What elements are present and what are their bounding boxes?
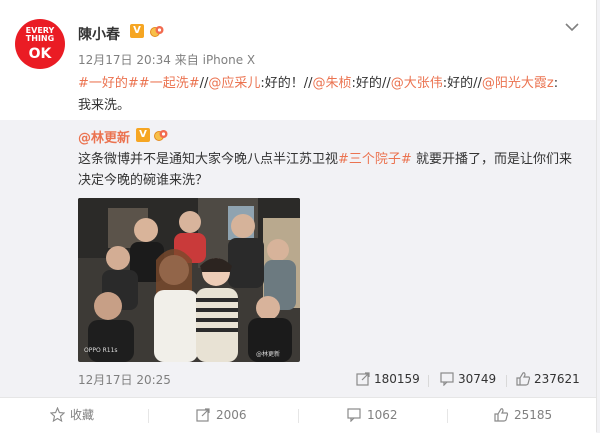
repost-button[interactable]: 2006: [196, 398, 247, 433]
medal-icon: [154, 130, 168, 141]
like-count: 237621: [534, 372, 580, 386]
weibo-card: EVERY THING OK 陳小春 V 12月17日 20:34 来自 iPh…: [0, 0, 597, 433]
repost-label: 2006: [216, 408, 247, 422]
repost-time[interactable]: 12月17日 20:25: [78, 371, 171, 388]
reply-text: :好的！: [260, 76, 304, 91]
favorite-button[interactable]: 收藏: [49, 398, 95, 433]
separator: //: [473, 76, 482, 91]
post-meta: 12月17日 20:34 来自 iPhone X: [78, 51, 255, 68]
avatar[interactable]: EVERY THING OK: [15, 19, 65, 69]
reply-text: :好的: [351, 76, 382, 91]
divider: [506, 375, 507, 387]
post-time[interactable]: 12月17日 20:34: [78, 53, 171, 67]
comment-label: 1062: [367, 408, 398, 422]
chevron-down-icon[interactable]: [563, 18, 581, 36]
mention-link[interactable]: @阳光大霞z: [482, 76, 554, 91]
hashtag-link[interactable]: #一起洗#: [139, 76, 200, 91]
share-icon: [356, 372, 370, 386]
repost-text: 这条微博并不是通知大家今晚八点半江苏卫视#三个院子# 就要开播了，而是让你们来决…: [78, 149, 578, 191]
share-icon: [196, 408, 210, 422]
repost-text-before: 这条微博并不是通知大家今晚八点半江苏卫视: [78, 152, 339, 167]
repost-count-button[interactable]: 180159: [356, 371, 420, 386]
action-bar: 收藏 2006 1062 25185: [0, 397, 596, 433]
comment-count-button[interactable]: 30749: [440, 371, 497, 387]
like-count-button[interactable]: 237621: [516, 371, 580, 386]
separator: //: [381, 76, 391, 91]
author-name[interactable]: 陳小春: [78, 24, 120, 44]
repost-box: @林更新 V 这条微博并不是通知大家今晚八点半江苏卫视#三个院子# 就要开播了，…: [0, 120, 596, 397]
mention-link[interactable]: @朱桢: [313, 76, 352, 91]
comment-count: 30749: [458, 372, 497, 386]
post-text: #一好的##一起洗#//@应采儿:好的！//@朱桢:好的//@大张伟:好的//@…: [78, 73, 578, 117]
comment-button[interactable]: 1062: [347, 398, 398, 433]
photo-watermark-right: @林更新: [256, 350, 280, 358]
divider: [148, 409, 149, 423]
comment-icon: [440, 372, 454, 387]
divider: [447, 409, 448, 423]
repost-photo[interactable]: OPPO R11s @林更新: [78, 198, 300, 362]
like-label: 25185: [514, 408, 553, 422]
verified-icon: V: [136, 128, 150, 142]
comment-icon: [347, 408, 361, 423]
mention-link[interactable]: @应采儿: [208, 76, 260, 91]
favorite-label: 收藏: [70, 408, 95, 422]
photo-watermark-left: OPPO R11s: [84, 347, 118, 354]
reply-text: :: [553, 76, 559, 91]
star-icon: [49, 406, 66, 423]
divider: [298, 409, 299, 423]
repost-author[interactable]: @林更新: [78, 127, 130, 146]
thumbs-up-icon: [516, 372, 531, 386]
divider: [428, 375, 429, 387]
like-button[interactable]: 25185: [494, 398, 552, 433]
avatar-text-ok: OK: [28, 46, 52, 62]
reply-text: :好的: [442, 76, 474, 91]
post-source[interactable]: iPhone X: [203, 53, 256, 67]
verified-icon: V: [130, 24, 144, 38]
post-text-line2: 我来洗。: [78, 98, 131, 113]
group-photo-image: OPPO R11s @林更新: [78, 198, 300, 362]
medal-icon: [150, 26, 164, 37]
separator: //: [303, 76, 313, 91]
hashtag-link[interactable]: #一好的#: [78, 76, 139, 91]
repost-count: 180159: [374, 372, 420, 386]
mention-link[interactable]: @大张伟: [391, 76, 443, 91]
avatar-text-thing: THING: [25, 34, 55, 43]
hashtag-link[interactable]: #三个院子#: [338, 152, 412, 167]
thumbs-up-icon: [494, 408, 509, 422]
source-prefix: 来自: [174, 53, 199, 67]
